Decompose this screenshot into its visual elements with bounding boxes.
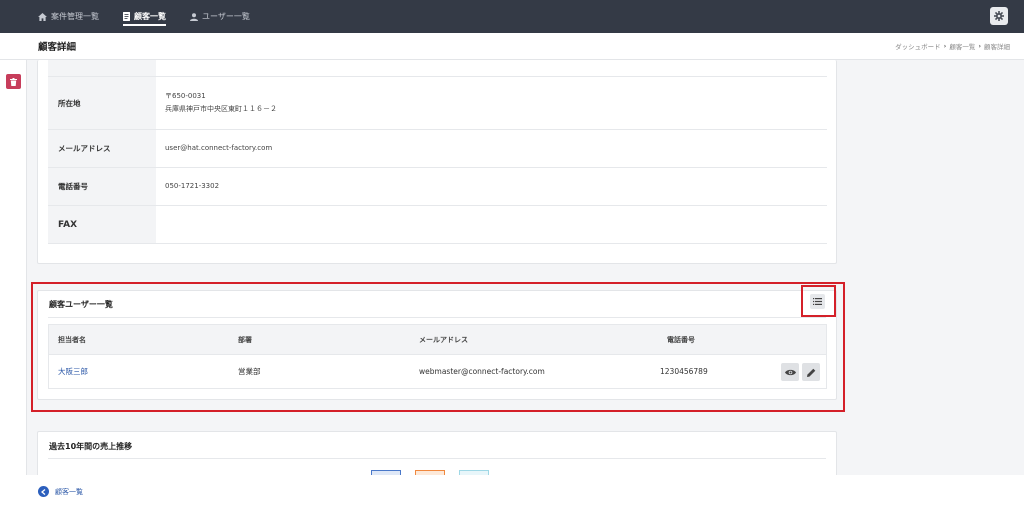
eye-icon bbox=[784, 369, 796, 376]
nav-item-label: 顧客一覧 bbox=[134, 12, 166, 21]
chevron-right-icon: › bbox=[978, 42, 981, 50]
settings-button[interactable] bbox=[990, 7, 1008, 25]
divider bbox=[48, 458, 826, 459]
pencil-icon bbox=[806, 368, 816, 377]
email-value: user@hat.connect-factory.com bbox=[165, 144, 273, 152]
address-value: 〒650-0031 兵庫県神戸市中央区東町１１６－２ bbox=[156, 77, 827, 129]
view-button[interactable] bbox=[781, 363, 799, 381]
user-icon bbox=[190, 12, 198, 21]
fax-label: FAX bbox=[48, 206, 156, 243]
nav-item-users[interactable]: ユーザー一覧 bbox=[190, 0, 250, 33]
email-label: メールアドレス bbox=[48, 130, 156, 167]
nav-item-customers[interactable]: 顧客一覧 bbox=[123, 0, 166, 33]
footer-bar: 顧客一覧 bbox=[0, 475, 1024, 508]
table-header: 担当者名 部署 メールアドレス 電話番号 bbox=[49, 325, 826, 354]
info-row-partial bbox=[48, 60, 827, 77]
users-section-title: 顧客ユーザー一覧 bbox=[49, 300, 113, 309]
customer-info-card: 所在地 〒650-0031 兵庫県神戸市中央区東町１１６－２ メールアドレス u… bbox=[37, 60, 837, 264]
phone-value: 050-1721-3302 bbox=[165, 182, 220, 190]
sales-section-title: 過去10年間の売上推移 bbox=[49, 442, 133, 451]
breadcrumb-dashboard[interactable]: ダッシュボード bbox=[895, 41, 941, 51]
phone-label: 電話番号 bbox=[48, 168, 156, 205]
user-email: webmaster@connect-factory.com bbox=[419, 367, 545, 376]
nav-item-label: ユーザー一覧 bbox=[202, 12, 250, 21]
list-icon bbox=[813, 298, 822, 305]
home-icon bbox=[38, 12, 47, 21]
nav-item-projects[interactable]: 案件管理一覧 bbox=[38, 0, 99, 33]
breadcrumb-customers[interactable]: 顧客一覧 bbox=[949, 41, 975, 51]
list-view-button[interactable] bbox=[810, 294, 825, 309]
postal-code: 〒650-0031 bbox=[165, 92, 206, 100]
info-row-phone: 電話番号 050-1721-3302 bbox=[48, 168, 827, 206]
table-row: 大阪三郎 営業部 webmaster@connect-factory.com 1… bbox=[49, 354, 826, 388]
breadcrumb: ダッシュボード › 顧客一覧 › 顧客詳細 bbox=[895, 41, 1010, 51]
users-table: 担当者名 部署 メールアドレス 電話番号 大阪三郎 営業部 webmaster@… bbox=[48, 324, 827, 389]
breadcrumb-current: 顧客詳細 bbox=[984, 43, 1010, 51]
left-action-strip bbox=[0, 60, 27, 508]
chevron-right-icon: › bbox=[943, 42, 947, 50]
address-label: 所在地 bbox=[48, 77, 156, 129]
delete-button[interactable] bbox=[6, 74, 21, 89]
user-name-link[interactable]: 大阪三郎 bbox=[58, 355, 88, 388]
nav-item-label: 案件管理一覧 bbox=[51, 12, 99, 21]
info-row-address: 所在地 〒650-0031 兵庫県神戸市中央区東町１１６－２ bbox=[48, 77, 827, 130]
address-line: 兵庫県神戸市中央区東町１１６－２ bbox=[165, 105, 277, 113]
column-header-name: 担当者名 bbox=[58, 335, 86, 344]
divider bbox=[48, 317, 826, 318]
fax-value bbox=[156, 206, 827, 243]
top-nav: 案件管理一覧 顧客一覧 ユーザー一覧 bbox=[0, 0, 1024, 33]
edit-button[interactable] bbox=[802, 363, 820, 381]
user-dept: 営業部 bbox=[238, 367, 261, 376]
trash-icon bbox=[10, 77, 17, 86]
customer-users-card: 顧客ユーザー一覧 担当者名 部署 メールアドレス 電話番号 大阪三郎 営業部 w… bbox=[37, 290, 837, 400]
column-header-phone: 電話番号 bbox=[667, 335, 695, 344]
user-phone: 1230456789 bbox=[660, 367, 708, 376]
page-title: 顧客詳細 bbox=[38, 42, 77, 53]
info-row-fax: FAX bbox=[48, 206, 827, 244]
column-header-dept: 部署 bbox=[238, 335, 252, 344]
back-to-customers-link[interactable]: 顧客一覧 bbox=[55, 487, 83, 497]
info-row-email: メールアドレス user@hat.connect-factory.com bbox=[48, 130, 827, 168]
gear-icon bbox=[994, 11, 1004, 21]
column-header-email: メールアドレス bbox=[419, 335, 468, 344]
back-arrow-icon[interactable] bbox=[38, 486, 49, 497]
document-icon bbox=[123, 12, 130, 21]
sub-header: 顧客詳細 ダッシュボード › 顧客一覧 › 顧客詳細 bbox=[0, 33, 1024, 60]
